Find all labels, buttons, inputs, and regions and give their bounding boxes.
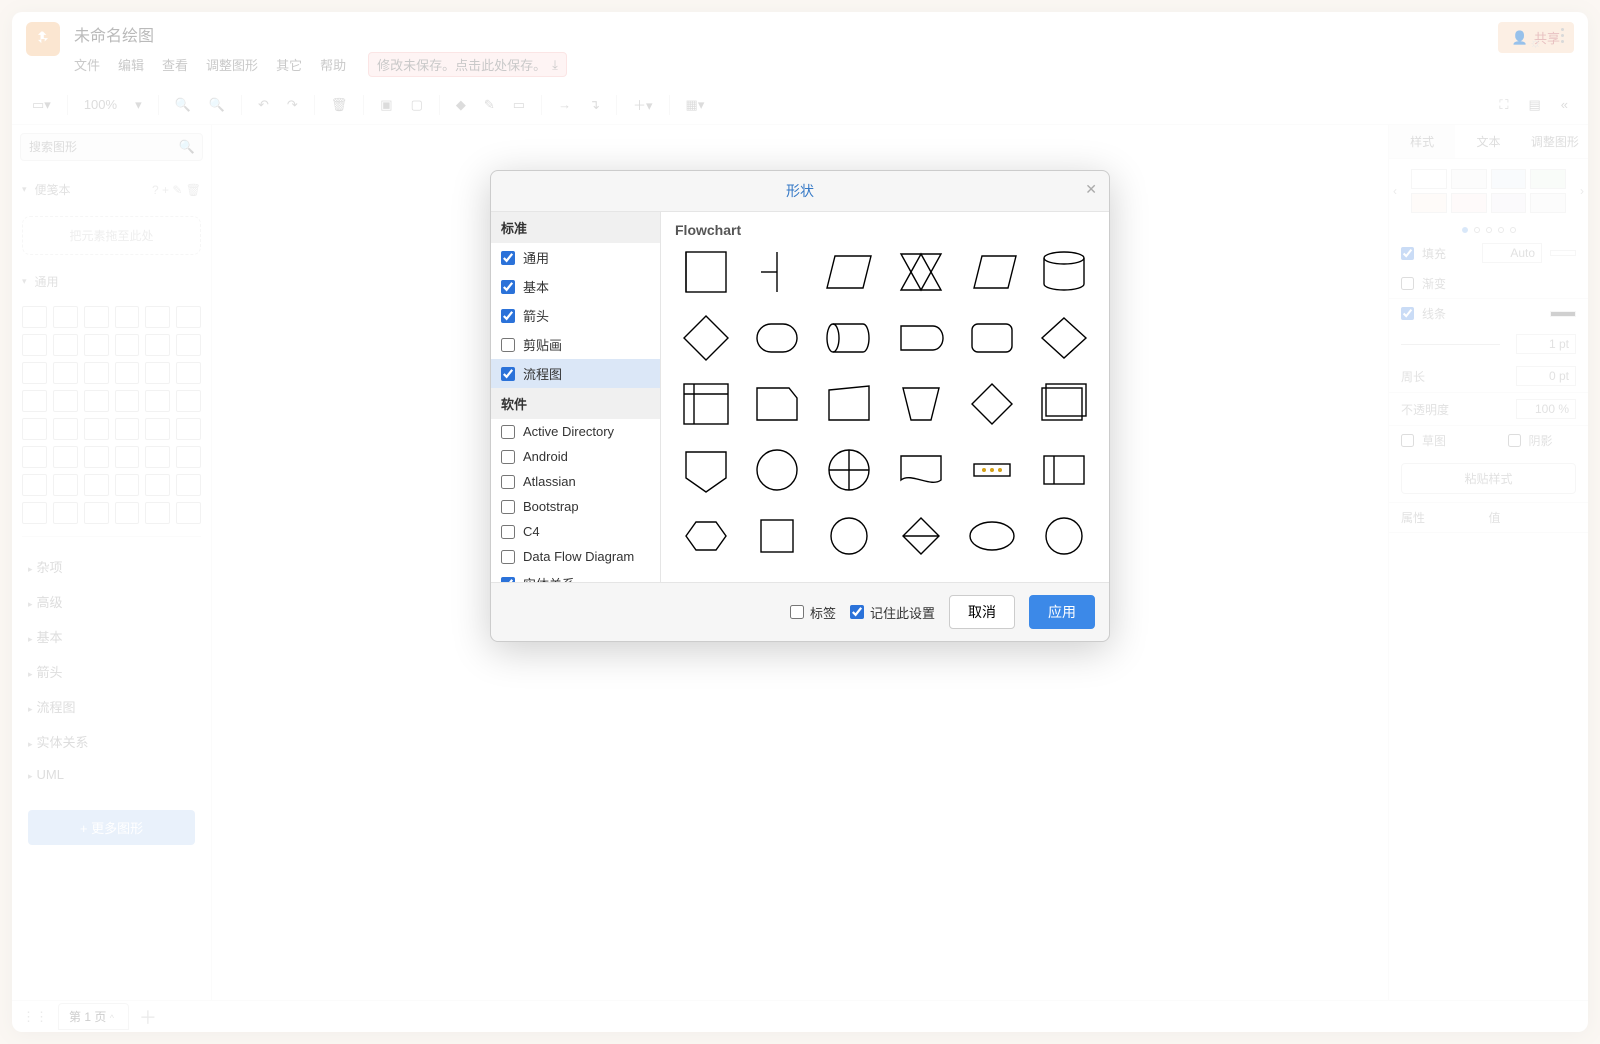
category-label: 实体关系	[523, 574, 575, 582]
labels-checkbox[interactable]: 标签	[790, 603, 836, 622]
preview-shape[interactable]	[1033, 574, 1095, 582]
dialog-title: 形状	[786, 183, 814, 199]
category-label: Android	[523, 449, 568, 464]
preview-shape[interactable]	[818, 376, 880, 432]
category-item[interactable]: Bootstrap	[491, 494, 660, 519]
category-group-header: 软件	[491, 388, 660, 419]
category-checkbox[interactable]	[501, 251, 515, 265]
category-label: Atlassian	[523, 474, 576, 489]
category-item[interactable]: 剪贴画	[491, 330, 660, 359]
preview-shape[interactable]	[962, 310, 1024, 366]
category-label: 剪贴画	[523, 335, 562, 354]
category-checkbox[interactable]	[501, 280, 515, 294]
preview-shape[interactable]	[962, 574, 1024, 582]
preview-shape[interactable]	[962, 244, 1024, 300]
preview-shape[interactable]	[818, 244, 880, 300]
category-checkbox[interactable]	[501, 500, 515, 514]
preview-shape[interactable]	[747, 442, 809, 498]
category-item[interactable]: Atlassian	[491, 469, 660, 494]
preview-shape[interactable]	[747, 574, 809, 582]
preview-shape[interactable]	[747, 508, 809, 564]
preview-shape[interactable]	[675, 508, 737, 564]
category-item[interactable]: 实体关系	[491, 569, 660, 582]
category-label: C4	[523, 524, 540, 539]
preview-shape[interactable]	[747, 244, 809, 300]
preview-shape[interactable]	[1033, 508, 1095, 564]
category-item[interactable]: 流程图	[491, 359, 660, 388]
category-checkbox[interactable]	[501, 450, 515, 464]
preview-shape[interactable]	[1033, 310, 1095, 366]
close-icon[interactable]: ✕	[1085, 181, 1097, 198]
preview-shape[interactable]	[890, 574, 952, 582]
preview-shape[interactable]	[1033, 376, 1095, 432]
category-item[interactable]: Android	[491, 444, 660, 469]
preview-shape[interactable]	[962, 442, 1024, 498]
category-label: Active Directory	[523, 424, 614, 439]
category-label: 流程图	[523, 364, 562, 383]
preview-shape[interactable]	[818, 574, 880, 582]
preview-shape[interactable]	[890, 376, 952, 432]
category-item[interactable]: Active Directory	[491, 419, 660, 444]
category-label: 箭头	[523, 306, 549, 325]
preview-shape[interactable]	[962, 508, 1024, 564]
category-checkbox[interactable]	[501, 550, 515, 564]
category-item[interactable]: C4	[491, 519, 660, 544]
preview-shape[interactable]	[890, 244, 952, 300]
category-item[interactable]: 通用	[491, 243, 660, 272]
preview-shape[interactable]	[890, 442, 952, 498]
category-list: 标准通用基本箭头剪贴画流程图软件 Active Directory Android A…	[491, 212, 661, 582]
preview-shape[interactable]	[818, 508, 880, 564]
shape-preview: Flowchart	[661, 212, 1109, 582]
category-checkbox[interactable]	[501, 525, 515, 539]
preview-shape[interactable]	[1033, 442, 1095, 498]
category-item[interactable]: Data Flow Diagram	[491, 544, 660, 569]
category-label: 基本	[523, 277, 549, 296]
category-group-header: 标准	[491, 212, 660, 243]
preview-shape[interactable]	[890, 310, 952, 366]
preview-shape[interactable]	[675, 574, 737, 582]
category-checkbox[interactable]	[501, 425, 515, 439]
preview-shape[interactable]	[747, 376, 809, 432]
shapes-dialog: 形状 ✕ 标准通用基本箭头剪贴画流程图软件 Active Directory And…	[490, 170, 1110, 642]
category-checkbox[interactable]	[501, 309, 515, 323]
preview-title: Flowchart	[675, 222, 1095, 238]
category-label: Data Flow Diagram	[523, 549, 634, 564]
category-checkbox[interactable]	[501, 475, 515, 489]
preview-shape[interactable]	[962, 376, 1024, 432]
apply-button[interactable]: 应用	[1029, 595, 1095, 629]
preview-shape[interactable]	[675, 310, 737, 366]
category-label: 通用	[523, 248, 549, 267]
category-checkbox[interactable]	[501, 367, 515, 381]
preview-shape[interactable]	[675, 376, 737, 432]
modal-overlay: 形状 ✕ 标准通用基本箭头剪贴画流程图软件 Active Directory And…	[0, 0, 1600, 1044]
preview-shape[interactable]	[818, 442, 880, 498]
category-label: Bootstrap	[523, 499, 579, 514]
preview-shape[interactable]	[747, 310, 809, 366]
preview-shape[interactable]	[675, 244, 737, 300]
remember-checkbox[interactable]: 记住此设置	[850, 603, 935, 622]
preview-shape[interactable]	[818, 310, 880, 366]
preview-shape[interactable]	[1033, 244, 1095, 300]
category-item[interactable]: 箭头	[491, 301, 660, 330]
cancel-button[interactable]: 取消	[949, 595, 1015, 629]
category-checkbox[interactable]	[501, 338, 515, 352]
preview-shape[interactable]	[890, 508, 952, 564]
preview-shape[interactable]	[675, 442, 737, 498]
category-item[interactable]: 基本	[491, 272, 660, 301]
